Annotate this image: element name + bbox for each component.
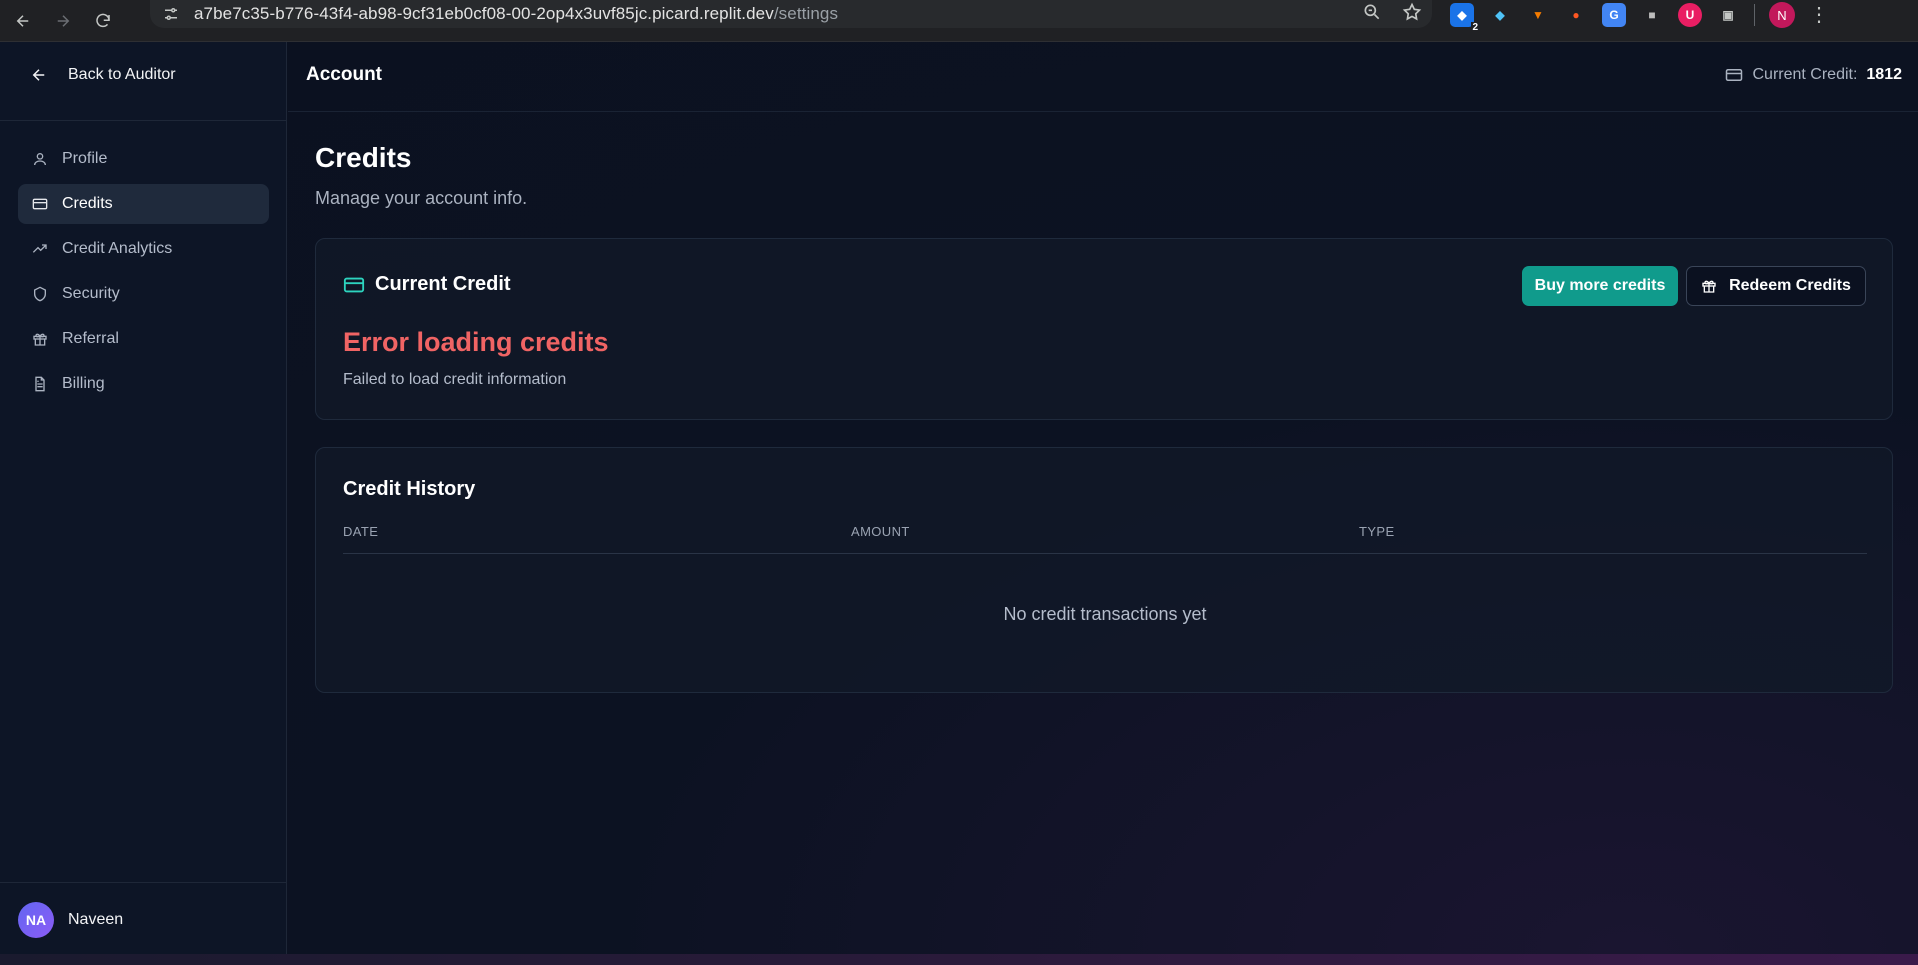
reload-icon[interactable]: [86, 4, 120, 38]
app-root: Back to Auditor Profile Credits Credit A…: [0, 42, 1918, 954]
sidebar-item-security[interactable]: Security: [18, 274, 269, 314]
trending-up-icon: [32, 244, 47, 253]
sidebar-item-label: Billing: [62, 375, 105, 392]
gift-icon: [33, 333, 47, 346]
topbar-title: Account: [306, 64, 382, 85]
bookmark-star-icon[interactable]: [1402, 2, 1422, 22]
column-header-date[interactable]: DATE: [343, 524, 851, 553]
column-header-amount[interactable]: AMOUNT: [851, 524, 1359, 553]
credit-card-icon: [343, 277, 365, 292]
arrow-left-icon: [32, 69, 45, 81]
sidebar-item-label: Security: [62, 285, 120, 302]
credit-label: Current Credit:: [1752, 66, 1858, 83]
sidebar-item-label: Credit Analytics: [62, 240, 173, 257]
shield-icon: [34, 286, 46, 302]
url-text: a7be7c35-b776-43f4-ab98-9cf31eb0cf08-00-…: [194, 4, 839, 23]
fox-extension-icon[interactable]: ▼: [1526, 3, 1550, 27]
sidebar-item-label: Referral: [62, 330, 119, 347]
credit-card-icon: [1726, 69, 1743, 81]
gem-extension-icon[interactable]: ◆: [1488, 3, 1512, 27]
gift-icon: [1702, 280, 1716, 293]
credit-history-title: Credit History: [343, 478, 476, 500]
back-to-auditor-link[interactable]: Back to Auditor: [30, 66, 176, 84]
sidebar: Back to Auditor Profile Credits Credit A…: [0, 42, 287, 954]
credit-history-card: Credit History DATE AMOUNT TYPE No credi…: [315, 447, 1893, 693]
camera-extension-icon[interactable]: ■: [1640, 3, 1664, 27]
sidebar-divider: [0, 120, 287, 121]
file-text-icon: [35, 376, 45, 392]
sidebar-item-credit-analytics[interactable]: Credit Analytics: [18, 229, 269, 269]
sidebar-item-profile[interactable]: Profile: [18, 139, 269, 179]
sidebar-item-label: Profile: [62, 150, 108, 167]
current-credit-card: Current Credit Error loading credits Fai…: [315, 238, 1893, 420]
site-info-icon[interactable]: [162, 5, 180, 23]
topbar: Account Current Credit: 1812: [288, 42, 1918, 112]
puzzle-extensions-icon[interactable]: ▣: [1716, 3, 1740, 27]
redeem-credits-button[interactable]: Redeem Credits: [1686, 266, 1866, 306]
browser-toolbar: a7be7c35-b776-43f4-ab98-9cf31eb0cf08-00-…: [0, 0, 1918, 42]
address-bar[interactable]: a7be7c35-b776-43f4-ab98-9cf31eb0cf08-00-…: [150, 0, 1432, 28]
current-credit-title: Current Credit: [375, 273, 511, 295]
sidebar-nav: Profile Credits Credit Analytics Securit…: [18, 139, 269, 409]
browser-menu-icon[interactable]: ⋮: [1809, 5, 1829, 25]
toolbar-divider: [1754, 4, 1755, 26]
column-header-type[interactable]: TYPE: [1359, 524, 1867, 553]
page-subtitle: Manage your account info.: [315, 188, 528, 208]
credit-value: 1812: [1866, 66, 1902, 83]
credit-card-icon: [32, 198, 48, 210]
sidebar-item-label: Credits: [62, 195, 113, 212]
redeem-credits-label: Redeem Credits: [1729, 277, 1851, 294]
user-menu[interactable]: NA Naveen: [18, 902, 123, 938]
back-link-label: Back to Auditor: [68, 66, 176, 83]
extension-1-icon[interactable]: ◆ 2: [1450, 3, 1479, 33]
back-arrow-icon[interactable]: [6, 4, 40, 38]
error-message: Failed to load credit information: [343, 371, 567, 388]
page-title: Credits: [315, 142, 412, 173]
error-title: Error loading credits: [343, 327, 609, 357]
browser-profile-avatar[interactable]: N: [1769, 2, 1795, 28]
user-icon: [34, 153, 46, 166]
sidebar-item-billing[interactable]: Billing: [18, 364, 269, 404]
forward-arrow-icon[interactable]: [46, 4, 80, 38]
avatar: NA: [18, 902, 54, 938]
table-header: DATE AMOUNT TYPE: [343, 524, 1867, 554]
topbar-credit-display: Current Credit: 1812: [1725, 66, 1902, 84]
credit-history-table: DATE AMOUNT TYPE No credit transactions …: [343, 524, 1867, 625]
flame-extension-icon[interactable]: ●: [1564, 3, 1588, 27]
taskbar-strip: [0, 954, 1918, 965]
sidebar-bottom-divider: [0, 882, 287, 883]
shield-extension-icon[interactable]: U: [1678, 3, 1702, 27]
buy-credits-button[interactable]: Buy more credits: [1522, 266, 1678, 306]
user-name: Naveen: [68, 911, 124, 928]
empty-state-message: No credit transactions yet: [1003, 604, 1207, 624]
current-credit-heading: Current Credit: [343, 273, 511, 296]
sidebar-item-credits[interactable]: Credits: [18, 184, 269, 224]
translate-extension-icon[interactable]: G: [1602, 3, 1626, 27]
sidebar-item-referral[interactable]: Referral: [18, 319, 269, 359]
zoom-icon[interactable]: [1362, 2, 1382, 22]
